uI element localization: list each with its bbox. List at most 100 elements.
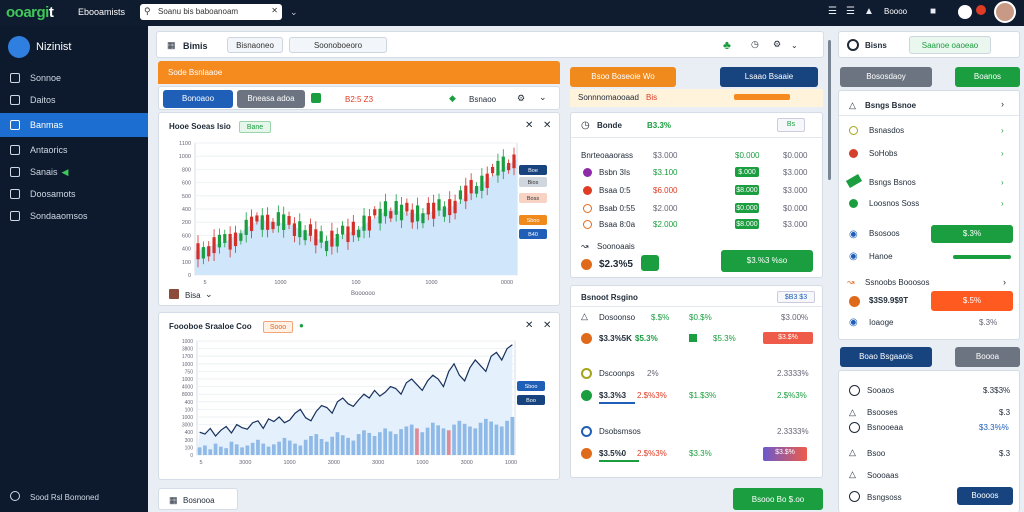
bar <box>505 420 509 455</box>
tab-soonoboeoro[interactable]: Soonoboeoro <box>289 37 387 53</box>
bell-icon[interactable]: ▲ <box>864 6 874 17</box>
analytics-icon <box>10 145 20 155</box>
item-action-button[interactable]: $.5% <box>931 291 1013 311</box>
hand-icon: △ <box>849 469 856 479</box>
price-tag-label: Sboo <box>525 384 538 390</box>
logout-icon <box>10 491 20 501</box>
chart1-footer[interactable]: Bisa <box>185 291 201 300</box>
check-icon[interactable]: › <box>1001 199 1004 208</box>
expand-icon[interactable]: ✕ <box>525 320 533 331</box>
right-panel: △ Bsngs Bsnoe › Bsnasdos › SoHobs › Bsng… <box>838 90 1020 340</box>
chevron-down-icon[interactable]: ⌄ <box>205 289 213 300</box>
scrollbar[interactable] <box>828 40 831 180</box>
summary-action-button[interactable]: Boooos <box>957 487 1013 505</box>
settings-icon[interactable]: ⚙ <box>773 39 781 50</box>
order-filter-button[interactable]: Bs <box>777 118 805 132</box>
sidebar-item-doosamots[interactable]: Doosamots <box>0 184 148 204</box>
sidebar-item-banmas[interactable]: Banmas <box>0 113 148 137</box>
y-tick-label: 400 <box>182 207 191 213</box>
menu-icon[interactable]: ☰ <box>828 6 837 17</box>
user-icon <box>849 491 860 502</box>
bar <box>213 443 218 455</box>
price-tag-label: Boo <box>526 398 536 404</box>
search-input[interactable]: ⚲ Soanu bis baboanoam ✕ <box>140 4 282 20</box>
chart1-badge[interactable]: Bane <box>239 121 271 133</box>
close-icon[interactable]: ✕ <box>543 120 551 131</box>
market-tag[interactable]: $B3 $3 <box>777 291 815 303</box>
bar <box>287 440 292 455</box>
candle-body <box>201 247 205 259</box>
timeframe-icon[interactable] <box>169 289 179 299</box>
x-tick-label: 3000 <box>461 460 473 466</box>
y-tick-label: 400 <box>185 400 194 406</box>
tab-boao[interactable]: Boao Bsgaaois <box>840 347 932 367</box>
price-tag-label: Bios <box>528 180 539 186</box>
check-icon[interactable]: › <box>1001 126 1004 135</box>
tab-boooa[interactable]: Boooa <box>955 347 1020 367</box>
clock-icon[interactable]: ◷ <box>751 39 759 50</box>
brand-icon <box>8 36 30 58</box>
clover-icon[interactable]: ♣ <box>723 38 731 52</box>
tab-bisnaoneo[interactable]: Bisnaoneo <box>227 37 283 53</box>
sidebar-item-antaorics[interactable]: Antaorics <box>0 140 148 160</box>
chevron-right-icon[interactable]: › <box>1003 277 1006 287</box>
header-action-button[interactable]: Saanoe oaoeao <box>909 36 991 54</box>
sidebar-item-sondaaomsos[interactable]: Sondaaomsos <box>0 206 148 226</box>
indicator-label[interactable]: Bsnaoo <box>469 95 496 104</box>
filter-icon[interactable]: ☰ <box>846 6 855 17</box>
order-panel: ◷ Bonde B3.3% Bs Bnrteoaaorass $3.000 $0… <box>570 112 823 278</box>
nav-label[interactable]: Ebooamists <box>78 7 125 17</box>
chevron-right-icon[interactable]: › <box>1001 99 1004 109</box>
check-icon[interactable]: › <box>1001 149 1004 158</box>
avatar[interactable] <box>994 1 1016 23</box>
close-icon[interactable]: ✕ <box>543 320 551 331</box>
sidebar-footer[interactable]: Sood Rsl Bomoned <box>30 493 99 502</box>
tab-bneasa[interactable]: Bneasa adoa <box>237 90 305 108</box>
tab-bososdaoy[interactable]: Bososdaoy <box>840 67 932 87</box>
toggle-button[interactable] <box>641 255 659 271</box>
bottom-tab[interactable]: ▦ Bosnooa <box>158 488 238 510</box>
close-icon[interactable]: ✕ <box>271 6 278 15</box>
item-action-button[interactable]: $.3% <box>931 225 1013 243</box>
candle-body <box>324 240 329 252</box>
banner: Sode Bsnlaaoe <box>158 61 560 84</box>
account-label[interactable]: Boooo <box>884 7 907 16</box>
candle-body <box>292 223 297 236</box>
chart2-title: Foooboe Sraaloe Coo <box>169 322 252 331</box>
more-label[interactable]: ⌄ <box>791 41 798 50</box>
settings-icon[interactable]: ⚙ <box>517 93 525 104</box>
bar <box>234 444 239 455</box>
sidebar-item-sonnoe[interactable]: Sonnoe <box>0 68 148 88</box>
diamond-icon[interactable]: ◆ <box>449 93 456 104</box>
price-tag-label: B40 <box>528 232 538 238</box>
chart2-badge[interactable]: Sooo <box>263 321 293 333</box>
chevron-down-icon[interactable]: ⌄ <box>539 92 547 103</box>
expand-icon[interactable]: ✕ <box>525 120 533 131</box>
help-icon[interactable] <box>958 5 972 19</box>
chart-panel-1: Hooe Soeas Isio Bane ✕ ✕ 1100 1000 800 600 5… <box>158 112 560 306</box>
candle-body <box>233 232 238 247</box>
app-logo[interactable]: ooargit <box>6 4 54 21</box>
order-button-1[interactable]: Bsoo Boseoie Wo <box>570 67 676 87</box>
bar <box>303 439 308 455</box>
tab-bonoaoo[interactable]: Bonoaoo <box>163 90 233 108</box>
price-tag-label: Boss <box>527 196 539 202</box>
chart-type-icon[interactable] <box>311 93 321 103</box>
price-tag-label: Boe <box>528 168 538 174</box>
chevron-down-icon[interactable]: ⌄ <box>290 7 298 18</box>
y-tick-label: 1000 <box>182 339 193 345</box>
tab-boanos[interactable]: Boanos <box>955 67 1020 87</box>
bar <box>277 441 281 455</box>
candle-body <box>383 201 388 217</box>
car-icon: △ <box>581 311 588 321</box>
asset-icon <box>581 333 592 344</box>
check-icon[interactable]: › <box>1001 178 1004 187</box>
lock-icon[interactable]: ■ <box>930 6 936 17</box>
bottom-action-button[interactable]: Bsooo Bo $.oo <box>733 488 823 510</box>
sidebar-item-sanais[interactable]: Sanais ◀ <box>0 162 148 182</box>
place-order-button[interactable]: $3.%3 %so <box>721 250 813 272</box>
order-button-2[interactable]: Lsaao Bsaaie <box>720 67 818 87</box>
asset-icon <box>583 220 592 229</box>
sidebar-item-daitos[interactable]: Daitos <box>0 90 148 110</box>
bar <box>457 420 462 455</box>
